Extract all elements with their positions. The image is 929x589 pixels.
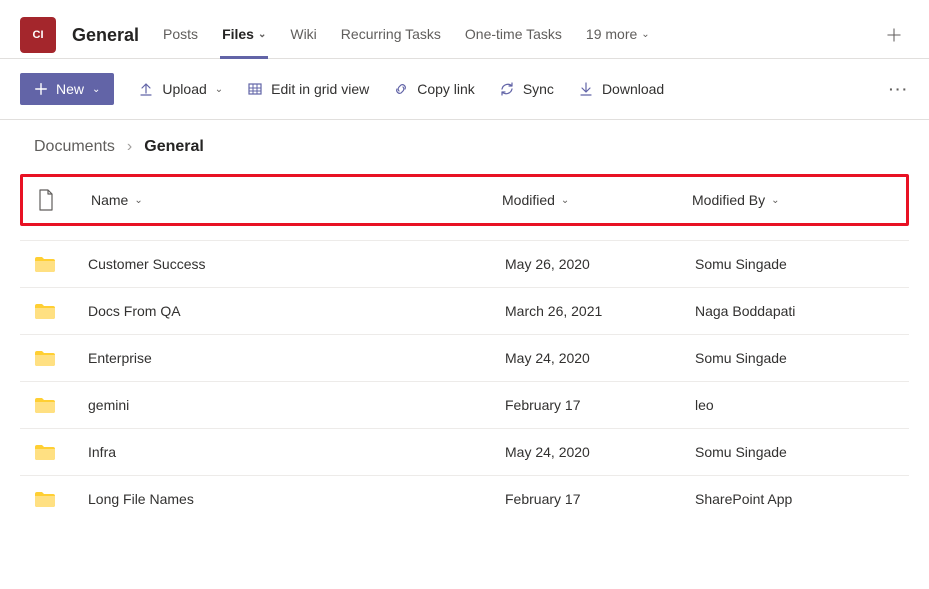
cell-modified: May 24, 2020 (505, 444, 695, 460)
cell-modified: May 26, 2020 (505, 256, 695, 272)
more-actions-button[interactable]: ··· (889, 81, 909, 97)
cell-modified: May 24, 2020 (505, 350, 695, 366)
chevron-down-icon: ⌄ (641, 29, 649, 40)
tab-recurring-tasks[interactable]: Recurring Tasks (339, 12, 443, 59)
cell-name: Customer Success (88, 256, 505, 272)
table-row[interactable]: Customer Success May 26, 2020 Somu Singa… (20, 240, 909, 287)
plus-icon (34, 82, 48, 96)
upload-icon (138, 81, 154, 97)
column-label: Modified (502, 192, 555, 208)
chevron-down-icon: ⌄ (92, 84, 100, 95)
download-icon (578, 81, 594, 97)
cell-modified: February 17 (505, 397, 695, 413)
plus-icon (887, 28, 901, 42)
edit-grid-label: Edit in grid view (271, 81, 369, 97)
tab-posts[interactable]: Posts (161, 12, 200, 59)
cell-modified-by: Somu Singade (695, 350, 895, 366)
copy-link-label: Copy link (417, 81, 475, 97)
column-label: Modified By (692, 192, 765, 208)
folder-icon (34, 255, 88, 273)
tab-label: Wiki (290, 26, 316, 42)
tab-label: Files (222, 26, 254, 42)
table-row[interactable]: Infra May 24, 2020 Somu Singade (20, 428, 909, 475)
table-row[interactable]: Enterprise May 24, 2020 Somu Singade (20, 334, 909, 381)
folder-icon (34, 302, 88, 320)
file-icon (37, 189, 55, 211)
cell-modified-by: Somu Singade (695, 444, 895, 460)
tab-label: One-time Tasks (465, 26, 562, 42)
column-header-row: Name ⌄ Modified ⌄ Modified By ⌄ (20, 174, 909, 226)
sync-label: Sync (523, 81, 554, 97)
tab-onetime-tasks[interactable]: One-time Tasks (463, 12, 564, 59)
cell-name: Infra (88, 444, 505, 460)
file-table: Name ⌄ Modified ⌄ Modified By ⌄ Customer… (0, 174, 929, 522)
tab-files[interactable]: Files ⌄ (220, 12, 268, 59)
upload-label: Upload (162, 81, 206, 97)
toolbar: New ⌄ Upload ⌄ Edit in grid view Copy li… (0, 59, 929, 120)
top-bar: CI General Posts Files ⌄ Wiki Recurring … (0, 0, 929, 59)
tab-more[interactable]: 19 more ⌄ (584, 12, 652, 59)
table-row[interactable]: gemini February 17 leo (20, 381, 909, 428)
channel-title: General (72, 25, 139, 46)
folder-icon (34, 396, 88, 414)
breadcrumb: Documents › General (0, 120, 929, 174)
cell-name: gemini (88, 397, 505, 413)
breadcrumb-item-current: General (144, 138, 204, 156)
copy-link-button[interactable]: Copy link (393, 81, 475, 97)
chevron-down-icon: ⌄ (215, 84, 223, 95)
breadcrumb-item[interactable]: Documents (34, 138, 115, 156)
column-header-modified[interactable]: Modified ⌄ (502, 192, 692, 208)
cell-modified: March 26, 2021 (505, 303, 695, 319)
grid-icon (247, 81, 263, 97)
cell-modified-by: SharePoint App (695, 491, 895, 507)
new-button[interactable]: New ⌄ (20, 73, 114, 105)
new-button-label: New (56, 81, 84, 97)
column-label: Name (91, 192, 128, 208)
edit-grid-button[interactable]: Edit in grid view (247, 81, 369, 97)
tab-label: Posts (163, 26, 198, 42)
folder-icon (34, 490, 88, 508)
cell-modified: February 17 (505, 491, 695, 507)
download-label: Download (602, 81, 664, 97)
tab-label: Recurring Tasks (341, 26, 441, 42)
column-header-name[interactable]: Name ⌄ (91, 192, 502, 208)
chevron-down-icon: ⌄ (258, 29, 266, 40)
upload-button[interactable]: Upload ⌄ (138, 81, 223, 97)
table-row[interactable]: Docs From QA March 26, 2021 Naga Boddapa… (20, 287, 909, 334)
folder-icon (34, 443, 88, 461)
chevron-down-icon: ⌄ (134, 195, 142, 206)
chevron-down-icon: ⌄ (561, 195, 569, 206)
tabs: Posts Files ⌄ Wiki Recurring Tasks One-t… (161, 12, 863, 58)
cell-name: Long File Names (88, 491, 505, 507)
add-tab-button[interactable] (879, 14, 909, 56)
tab-label: 19 more (586, 26, 637, 42)
tab-wiki[interactable]: Wiki (288, 12, 318, 59)
cell-modified-by: leo (695, 397, 895, 413)
sync-button[interactable]: Sync (499, 81, 554, 97)
cell-name: Enterprise (88, 350, 505, 366)
chevron-right-icon: › (127, 138, 132, 156)
sync-icon (499, 81, 515, 97)
column-header-modified-by[interactable]: Modified By ⌄ (692, 192, 892, 208)
cell-modified-by: Somu Singade (695, 256, 895, 272)
chevron-down-icon: ⌄ (771, 195, 779, 206)
table-row[interactable]: Long File Names February 17 SharePoint A… (20, 475, 909, 522)
channel-avatar: CI (20, 17, 56, 53)
cell-name: Docs From QA (88, 303, 505, 319)
download-button[interactable]: Download (578, 81, 664, 97)
folder-icon (34, 349, 88, 367)
cell-modified-by: Naga Boddapati (695, 303, 895, 319)
link-icon (393, 81, 409, 97)
column-header-type[interactable] (37, 189, 91, 211)
